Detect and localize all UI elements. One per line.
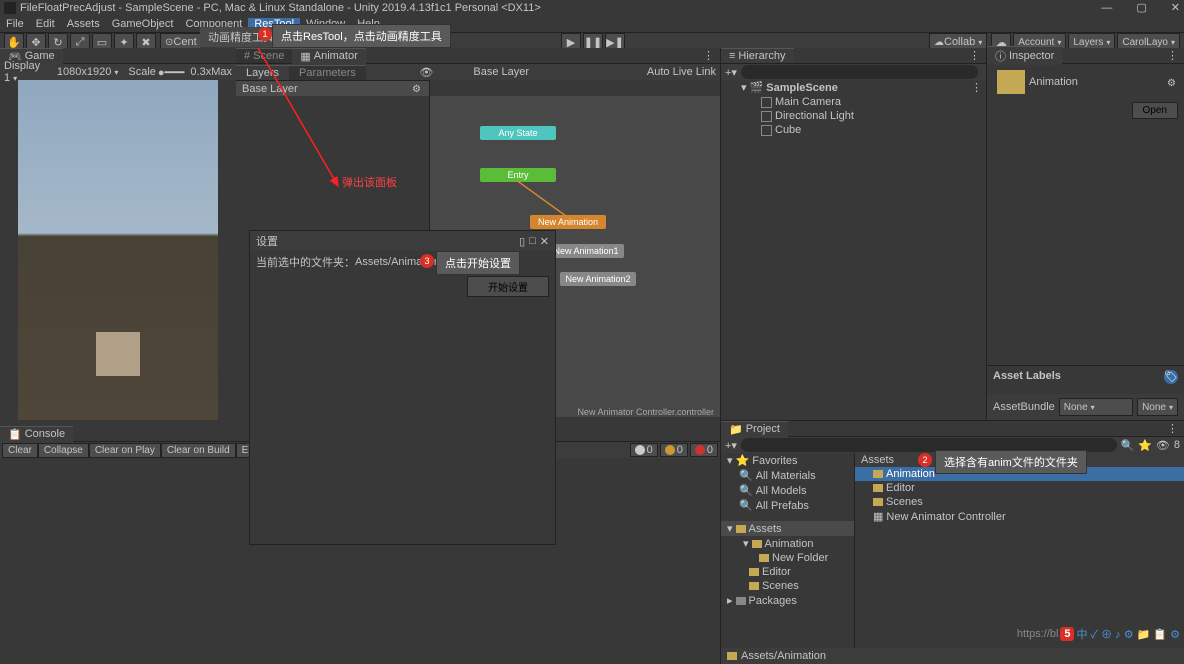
hierarchy-item-camera[interactable]: Main Camera [721, 95, 986, 109]
new-folder[interactable]: New Folder [721, 551, 854, 565]
popup-max-icon[interactable]: □ [529, 235, 536, 248]
game-view [18, 80, 218, 420]
menu-file[interactable]: File [0, 18, 30, 30]
all-models[interactable]: 🔍 All Models [721, 483, 854, 498]
project-list: Assets Animation Editor Scenes ▦ New Ani… [855, 453, 1184, 648]
popup-title: 设置 [256, 233, 278, 249]
layer-gear-icon[interactable] [412, 83, 423, 94]
folder-icon [997, 70, 1025, 94]
start-settings-button[interactable]: 开始设置 [467, 276, 549, 297]
favorite-icon[interactable]: ⭐ [1138, 439, 1152, 452]
animation-folder[interactable]: ▾ Animation [721, 536, 854, 551]
inspector-panel: ⓘ Inspector ⋮ Animation Open Asset Labels… [986, 48, 1184, 420]
maximize-icon[interactable]: ▢ [1136, 0, 1146, 16]
error-count[interactable]: 0 [690, 443, 718, 457]
annotation-number-3: 3 [420, 254, 434, 268]
panel-menu-icon[interactable]: ⋮ [1167, 422, 1178, 435]
assetbundle-label: AssetBundle [993, 401, 1055, 413]
menu-assets[interactable]: Assets [61, 18, 106, 30]
project-tree: ▾ ⭐ Favorites 🔍 All Materials 🔍 All Mode… [721, 453, 855, 648]
packages-folder[interactable]: ▸ Packages [721, 593, 854, 608]
annotation-text-2: 选择含有anim文件的文件夹 [935, 450, 1087, 474]
all-prefabs[interactable]: 🔍 All Prefabs [721, 498, 854, 513]
annotation-number-2: 2 [918, 453, 932, 467]
gear-icon[interactable] [1167, 77, 1178, 88]
warn-count[interactable]: 0 [660, 443, 688, 457]
annotation-text-3: 点击开始设置 [436, 251, 520, 275]
tab-console[interactable]: 📋 Console [0, 426, 73, 442]
scale-label: Scale [128, 66, 156, 78]
open-button[interactable]: Open [1132, 102, 1178, 119]
maximize-label: Max [211, 66, 232, 78]
popup-min-icon[interactable]: ▯ [519, 235, 525, 248]
breadcrumb-base[interactable]: Base Layer [473, 66, 593, 78]
node-new-animation2[interactable]: New Animation2 [560, 272, 636, 286]
scene-cube [96, 332, 140, 376]
collapse-button[interactable]: Collapse [38, 443, 89, 458]
scenes-folder[interactable]: Scenes [721, 579, 854, 593]
assets-folder[interactable]: ▾ Assets [721, 521, 854, 536]
animator-footer: New Animator Controller.controller [577, 407, 714, 417]
resolution-dropdown[interactable]: 1080x1920 [57, 66, 118, 78]
node-new-animation1[interactable]: New Animation1 [548, 244, 624, 258]
annotation-arrow-label: 弹出该面板 [342, 174, 397, 190]
list-scenes[interactable]: Scenes [855, 495, 1184, 509]
watermark: https://bl 5 中 ✓ ⊕ ♪ ⚙ 📁 📋 ⚙ [1017, 626, 1180, 642]
node-new-animation[interactable]: New Animation [530, 215, 606, 229]
hierarchy-panel: ≡ Hierarchy ⋮ +▾ ▾ 🎬 SampleScene⋮ Main Ca… [720, 48, 986, 420]
menu-gameobject[interactable]: GameObject [106, 18, 180, 30]
hidden-icon[interactable]: 👁 [1156, 439, 1170, 452]
project-path: Assets/Animation [741, 650, 826, 662]
clear-on-play-button[interactable]: Clear on Play [89, 443, 161, 458]
window-title: FileFloatPrecAdjust - SampleScene - PC, … [20, 0, 541, 16]
label-icon[interactable]: 🏷 [1164, 370, 1178, 384]
info-count[interactable]: 0 [630, 443, 658, 457]
annotation-text-1: 点击ResTool，点击动画精度工具 [272, 24, 451, 48]
panel-menu-icon[interactable]: ⋮ [1167, 49, 1178, 62]
settings-popup: 设置 ▯ □ ✕ 当前选中的文件夹： Assets/Animation 开始设置 [249, 230, 556, 545]
asset-name: Animation [1029, 76, 1078, 88]
titlebar: FileFloatPrecAdjust - SampleScene - PC, … [0, 0, 1184, 16]
auto-live-link[interactable]: Auto Live Link [647, 66, 716, 78]
menubar: File Edit Assets GameObject Component Re… [0, 16, 1184, 32]
clear-on-build-button[interactable]: Clear on Build [161, 443, 236, 458]
popup-close-icon[interactable]: ✕ [540, 235, 549, 248]
transition-arrow [516, 180, 576, 220]
scale-value: 0.3x [190, 66, 211, 78]
tab-project[interactable]: 📁 Project [721, 421, 788, 437]
minimize-icon[interactable]: — [1101, 0, 1112, 16]
annotation-number-1: 1 [258, 27, 272, 41]
variant-dropdown[interactable]: None [1137, 398, 1178, 416]
panel-menu-icon[interactable]: ⋮ [703, 49, 714, 62]
add-button[interactable]: +▾ [725, 439, 737, 452]
hierarchy-item-cube[interactable]: Cube [721, 123, 986, 137]
hidden-count: 8 [1174, 439, 1180, 451]
close-icon[interactable]: ✕ [1171, 0, 1180, 16]
list-nac[interactable]: ▦ New Animator Controller [855, 509, 1184, 524]
search-icon[interactable]: 🔍 [1121, 439, 1135, 452]
asset-labels-header: Asset Labels [993, 370, 1061, 382]
add-button[interactable]: +▾ [725, 66, 737, 79]
eye-icon[interactable]: 👁 [419, 66, 433, 79]
game-panel: 🎮 Game Display 1 1080x1920 Scale ●━━━ 0.… [0, 48, 236, 423]
list-editor[interactable]: Editor [855, 481, 1184, 495]
node-any-state[interactable]: Any State [480, 126, 556, 140]
search-input[interactable] [741, 65, 978, 79]
panel-menu-icon[interactable]: ⋮ [969, 49, 980, 62]
tab-inspector[interactable]: ⓘ Inspector [987, 46, 1062, 65]
tab-hierarchy[interactable]: ≡ Hierarchy [721, 48, 794, 63]
menu-edit[interactable]: Edit [30, 18, 61, 30]
editor-folder[interactable]: Editor [721, 565, 854, 579]
unity-icon [4, 2, 16, 14]
favorites-group[interactable]: ▾ ⭐ Favorites [721, 453, 854, 468]
clear-button[interactable]: Clear [2, 443, 38, 458]
scene-item[interactable]: ▾ 🎬 SampleScene⋮ [721, 80, 986, 95]
popup-folder-label: 当前选中的文件夹： [256, 254, 355, 270]
all-materials[interactable]: 🔍 All Materials [721, 468, 854, 483]
bundle-dropdown[interactable]: None [1059, 398, 1133, 416]
hierarchy-item-light[interactable]: Directional Light [721, 109, 986, 123]
